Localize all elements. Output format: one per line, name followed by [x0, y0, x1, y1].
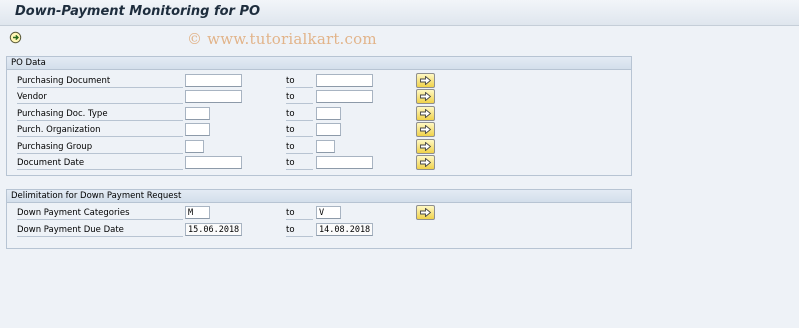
purchasing-group-label: Purchasing Group [17, 141, 183, 154]
vendor-label: Vendor [17, 91, 183, 104]
purchasing-document-from-input[interactable] [185, 74, 242, 87]
purchasing-doc-type-from-input[interactable] [185, 107, 210, 120]
purch-organization-label: Purch. Organization [17, 124, 183, 137]
to-label: to [286, 75, 313, 88]
to-label: to [286, 108, 313, 121]
arrow-right-icon [420, 92, 431, 101]
purchasing-document-row: Purchasing Document to [7, 73, 631, 88]
purchasing-group-to-input[interactable] [316, 140, 335, 153]
arrow-right-icon [420, 125, 431, 134]
document-date-row: Document Date to [7, 155, 631, 170]
document-date-label: Document Date [17, 157, 183, 170]
document-date-to-input[interactable] [316, 156, 373, 169]
purchasing-doc-type-row: Purchasing Doc. Type to [7, 106, 631, 121]
down-payment-categories-row: Down Payment Categories to [7, 205, 631, 220]
purchasing-group-multiple-selection-button[interactable] [416, 139, 435, 154]
document-date-multiple-selection-button[interactable] [416, 155, 435, 170]
down-payment-categories-multiple-selection-button[interactable] [416, 205, 435, 220]
purchasing-group-from-input[interactable] [185, 140, 204, 153]
down-payment-categories-to-input[interactable] [316, 206, 341, 219]
to-label: to [286, 157, 313, 170]
down-payment-due-date-to-input[interactable] [316, 223, 373, 236]
purch-organization-from-input[interactable] [185, 123, 210, 136]
vendor-from-input[interactable] [185, 90, 242, 103]
arrow-right-icon [420, 142, 431, 151]
purchasing-doc-type-multiple-selection-button[interactable] [416, 106, 435, 121]
down-payment-due-date-row: Down Payment Due Date to [7, 223, 631, 237]
arrow-right-icon [420, 109, 431, 118]
purchasing-document-multiple-selection-button[interactable] [416, 73, 435, 88]
arrow-right-icon [420, 158, 431, 167]
to-label: to [286, 207, 313, 220]
execute-icon [9, 31, 22, 44]
delimitation-group-title: Delimitation for Down Payment Request [7, 190, 631, 203]
purch-organization-row: Purch. Organization to [7, 122, 631, 137]
delimitation-group: Delimitation for Down Payment Request Do… [6, 189, 632, 249]
vendor-row: Vendor to [7, 89, 631, 104]
purch-organization-to-input[interactable] [316, 123, 341, 136]
window-title: Down-Payment Monitoring for PO [15, 4, 261, 19]
execute-button[interactable] [9, 31, 25, 45]
to-label: to [286, 124, 313, 137]
to-label: to [286, 141, 313, 154]
down-payment-due-date-label: Down Payment Due Date [17, 224, 183, 237]
watermark: © www.tutorialkart.com [187, 30, 377, 48]
arrow-right-icon [420, 76, 431, 85]
vendor-multiple-selection-button[interactable] [416, 89, 435, 104]
application-toolbar [0, 26, 799, 50]
po-data-group-title: PO Data [7, 57, 631, 70]
purchasing-document-label: Purchasing Document [17, 75, 183, 88]
purchasing-document-to-input[interactable] [316, 74, 373, 87]
down-payment-categories-label: Down Payment Categories [17, 207, 183, 220]
purchasing-doc-type-to-input[interactable] [316, 107, 341, 120]
purch-organization-multiple-selection-button[interactable] [416, 122, 435, 137]
down-payment-due-date-from-input[interactable] [185, 223, 242, 236]
down-payment-categories-from-input[interactable] [185, 206, 210, 219]
vendor-to-input[interactable] [316, 90, 373, 103]
purchasing-group-row: Purchasing Group to [7, 139, 631, 154]
arrow-right-icon [420, 208, 431, 217]
purchasing-doc-type-label: Purchasing Doc. Type [17, 108, 183, 121]
po-data-group: PO Data Purchasing Document to Vendor to… [6, 56, 632, 176]
to-label: to [286, 91, 313, 104]
title-bar: Down-Payment Monitoring for PO [0, 0, 799, 26]
document-date-from-input[interactable] [185, 156, 242, 169]
to-label: to [286, 224, 313, 237]
